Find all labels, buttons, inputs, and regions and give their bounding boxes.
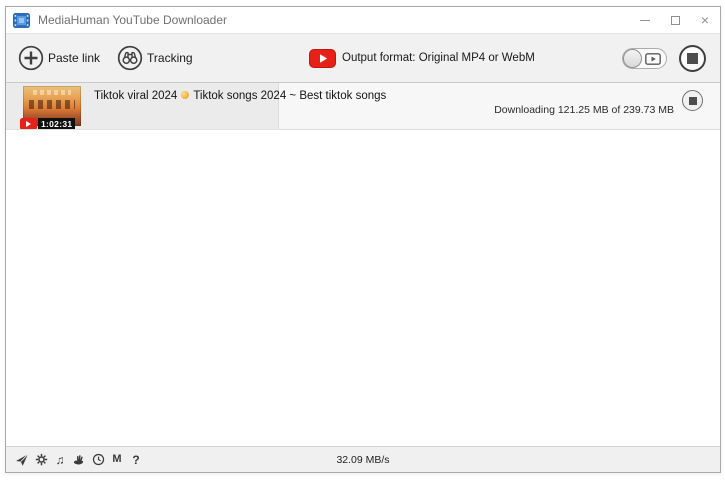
minimize-icon: [640, 20, 650, 21]
download-list-empty-area: [6, 130, 720, 446]
mediahuman-site-button[interactable]: M: [110, 452, 124, 467]
window-controls: ×: [630, 7, 720, 33]
stop-icon: [689, 97, 697, 105]
download-status-text: Downloading 121.25 MB of 239.73 MB: [494, 104, 674, 116]
output-format-label: Output format: Original MP4 or WebM: [342, 52, 535, 64]
toolbar: Paste link Tracking Output format: Origi…: [6, 34, 720, 83]
tracking-label: Tracking: [147, 51, 193, 65]
maximize-button[interactable]: [660, 7, 690, 33]
donate-button[interactable]: [72, 452, 86, 467]
help-button[interactable]: ?: [129, 452, 143, 467]
paper-plane-icon: [15, 453, 29, 467]
mediahuman-logo-icon: M: [112, 454, 121, 465]
clock-icon: [92, 453, 105, 466]
fire-emoji-icon: [181, 91, 189, 99]
youtube-badge-icon: [20, 118, 37, 130]
question-mark-icon: ?: [132, 454, 139, 466]
scheduler-button[interactable]: [91, 452, 105, 467]
video-player-icon: [645, 53, 661, 65]
window-title: MediaHuman YouTube Downloader: [38, 13, 227, 27]
video-title: Tiktok viral 2024Tiktok songs 2024 ~ Bes…: [94, 90, 386, 102]
app-icon: [13, 13, 30, 28]
thumbnail-art: [29, 100, 75, 109]
stop-icon: [687, 53, 698, 64]
gear-icon: [35, 453, 48, 466]
stop-all-button[interactable]: [679, 45, 706, 72]
video-thumbnail: 1:02:31: [23, 86, 81, 126]
plus-circle-icon: [18, 45, 44, 71]
thumbnail-art: [33, 90, 71, 95]
maximize-icon: [671, 16, 680, 25]
toggle-knob: [623, 49, 642, 68]
titlebar: MediaHuman YouTube Downloader ×: [6, 7, 720, 34]
itunes-music-button[interactable]: ♫: [53, 452, 67, 467]
close-icon: ×: [701, 13, 709, 27]
paste-link-button[interactable]: Paste link: [18, 45, 100, 71]
minimize-button[interactable]: [630, 7, 660, 33]
downloads-active-toggle[interactable]: [622, 48, 667, 69]
binoculars-icon: [117, 45, 143, 71]
music-note-icon: ♫: [56, 454, 65, 466]
output-format-selector[interactable]: Output format: Original MP4 or WebM: [309, 34, 535, 82]
statusbar-icons: ♫ M ?: [15, 452, 143, 467]
paste-link-label: Paste link: [48, 51, 100, 65]
download-speed: 32.09 MB/s: [336, 454, 389, 466]
youtube-icon: [309, 49, 336, 68]
tracking-button[interactable]: Tracking: [117, 45, 193, 71]
toolbar-right-controls: [622, 34, 706, 82]
feedback-paper-plane-button[interactable]: [15, 452, 29, 467]
preferences-button[interactable]: [34, 452, 48, 467]
statusbar: ♫ M ? 32.09 MB/s: [6, 446, 720, 472]
download-item-row[interactable]: 1:02:31 Tiktok viral 2024Tiktok songs 20…: [6, 83, 720, 130]
donate-hand-icon: [72, 453, 86, 467]
app-window: MediaHuman YouTube Downloader × Paste li…: [5, 6, 721, 473]
stop-download-button[interactable]: [682, 90, 703, 111]
video-duration: 1:02:31: [38, 118, 75, 130]
close-button[interactable]: ×: [690, 7, 720, 33]
